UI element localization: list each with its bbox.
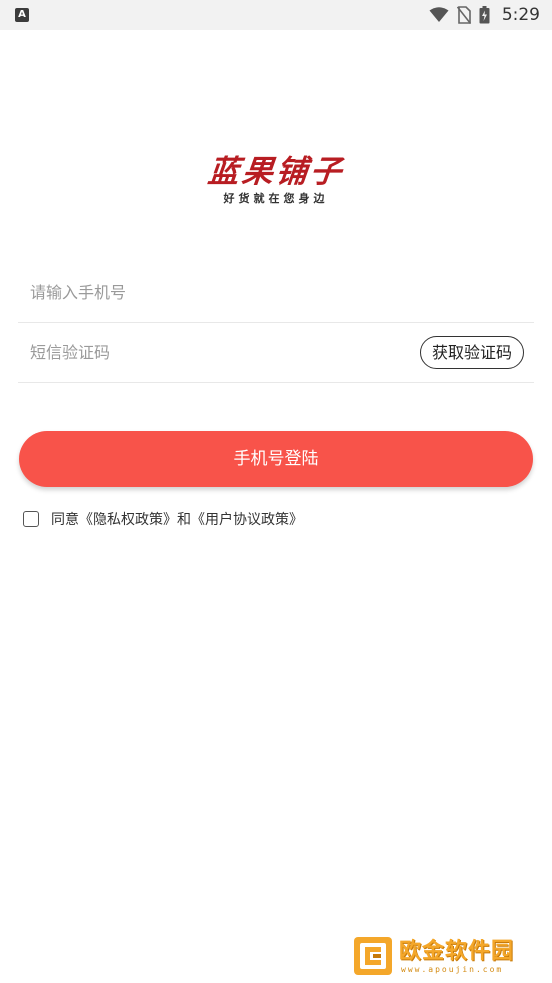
app-logo: 蓝果铺子 好货就在您身边 — [200, 152, 352, 212]
agreement-conjunction: 和 — [177, 512, 191, 528]
watermark-text: 欧金软件园 — [399, 939, 515, 964]
phone-field-row — [18, 263, 534, 323]
phone-login-button[interactable]: 手机号登陆 — [19, 431, 533, 487]
status-time: 5:29 — [501, 5, 540, 25]
agreement-row: 同意 《隐私权政策》 和 《用户协议政策》 — [23, 508, 303, 530]
watermark: 欧金软件园 www.apoujin.com — [353, 936, 543, 978]
battery-icon — [479, 6, 490, 24]
app-notification-icon: A — [15, 8, 29, 22]
sms-code-field-row: 获取验证码 — [18, 323, 534, 383]
privacy-policy-link[interactable]: 《隐私权政策》 — [79, 509, 177, 529]
status-bar: A 5:29 — [0, 0, 552, 30]
logo-tagline: 好货就在您身边 — [223, 192, 329, 205]
no-sim-icon — [456, 6, 471, 24]
logo-title: 蓝果铺子 — [206, 154, 346, 190]
agreement-checkbox[interactable] — [23, 511, 39, 527]
agreement-prefix: 同意 — [51, 512, 79, 528]
get-code-button[interactable]: 获取验证码 — [419, 336, 524, 369]
sms-code-input[interactable] — [30, 323, 410, 382]
status-icons: 5:29 — [429, 3, 540, 27]
phone-input[interactable] — [30, 263, 410, 322]
user-agreement-link[interactable]: 《用户协议政策》 — [191, 509, 303, 529]
watermark-logo-icon — [353, 936, 393, 976]
watermark-url: www.apoujin.com — [401, 965, 504, 974]
wifi-icon — [429, 7, 449, 23]
